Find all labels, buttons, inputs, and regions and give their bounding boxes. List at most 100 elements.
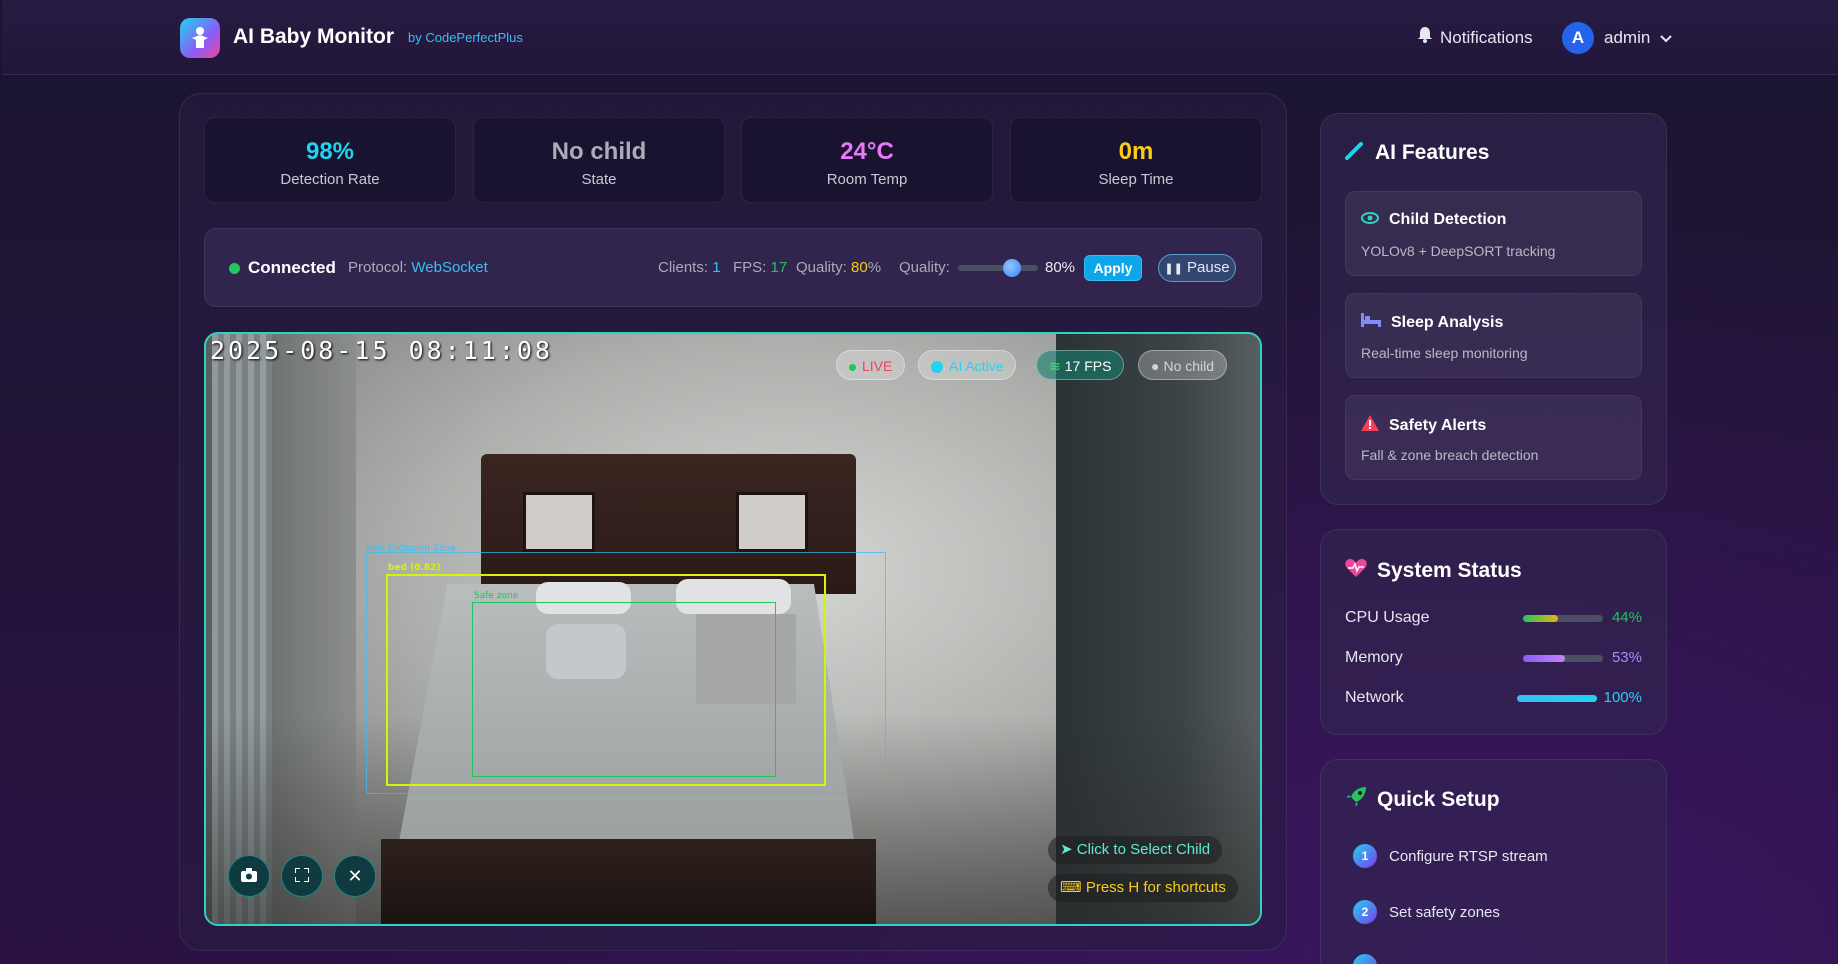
system-status-title-text: System Status (1377, 559, 1522, 582)
notifications-button[interactable]: Notifications (1418, 27, 1533, 48)
network-row: Network 100% (1345, 689, 1642, 707)
metric-label: CPU Usage (1345, 609, 1430, 626)
user-menu[interactable]: A admin (1562, 22, 1673, 54)
stat-value: No child (551, 138, 647, 165)
metric-label: Network (1345, 689, 1404, 706)
quality-info: Quality: 80% (796, 259, 881, 276)
user-icon: ● (1151, 358, 1160, 374)
stat-value: 24°C (840, 138, 894, 165)
apply-button[interactable]: Apply (1084, 255, 1142, 281)
stat-value: 98% (305, 138, 355, 165)
app-subtitle: by CodePerfectPlus (408, 30, 523, 45)
safe-zone-box (472, 602, 776, 777)
feature-safety-alerts[interactable]: Safety Alerts Fall & zone breach detecti… (1345, 395, 1642, 480)
quality-slider[interactable] (958, 259, 1038, 277)
setup-step[interactable]: 2 Set safety zones (1353, 900, 1500, 924)
system-status-title: System Status (1345, 558, 1522, 584)
warning-icon (1361, 415, 1379, 436)
pause-button[interactable]: ❚❚ Pause (1158, 254, 1236, 282)
close-stream-button[interactable]: ✕ (334, 855, 376, 897)
keyboard-icon: ⌨ (1060, 879, 1082, 896)
protocol-info: Protocol: WebSocket (348, 259, 488, 276)
live-badge: LIVE (836, 350, 906, 380)
brain-icon (931, 361, 943, 374)
shortcuts-hint[interactable]: ⌨ Press H for shortcuts (1048, 874, 1238, 902)
clients-value: 1 (712, 259, 721, 276)
feature-desc: YOLOv8 + DeepSORT tracking (1361, 243, 1556, 259)
ai-features-title: AI Features (1345, 140, 1489, 166)
ai-active-label: AI Active (949, 358, 1004, 374)
feature-title: Child Detection (1389, 211, 1507, 228)
memory-row: Memory 53% (1345, 649, 1642, 667)
clients-info: Clients: 1 (658, 259, 721, 276)
stat-label: Detection Rate (280, 171, 380, 188)
baby-logo-icon[interactable] (180, 18, 220, 58)
heart-pulse-icon (1345, 558, 1367, 584)
memory-bar-fill (1523, 655, 1566, 662)
magic-wand-icon (1345, 140, 1365, 166)
slider-knob[interactable] (1003, 259, 1021, 277)
protocol-label: Protocol: (348, 259, 408, 276)
feature-title: Safety Alerts (1389, 416, 1487, 434)
network-bar (1517, 695, 1597, 702)
fps-badge: ≋ 17 FPS (1036, 350, 1125, 380)
bed-icon (1361, 313, 1381, 332)
ai-features-card: AI Features Child Detection YOLOv8 + Dee… (1320, 113, 1667, 505)
quality-unit: % (867, 259, 882, 276)
cpu-usage-row: CPU Usage 44% (1345, 609, 1642, 627)
step-number: 2 (1353, 900, 1377, 924)
connection-status: Connected (229, 258, 336, 278)
feature-child-detection[interactable]: Child Detection YOLOv8 + DeepSORT tracki… (1345, 191, 1642, 276)
bed-detection-label: bed (0.82) (388, 563, 441, 573)
headboard-panel (736, 492, 808, 552)
fullscreen-button[interactable] (281, 855, 323, 897)
step-number: 1 (1353, 844, 1377, 868)
feature-sleep-analysis[interactable]: Sleep Analysis Real-time sleep monitorin… (1345, 293, 1642, 378)
cpu-bar (1523, 615, 1603, 622)
feature-desc: Real-time sleep monitoring (1361, 345, 1528, 361)
stat-value: 0m (1118, 138, 1154, 165)
camera-icon (241, 866, 257, 887)
child-status-badge: ● No child (1138, 350, 1228, 380)
camera-feed[interactable]: Risk Exclusion Zone bed (0.82) Safe zone… (204, 332, 1262, 926)
setup-step[interactable]: 1 Configure RTSP stream (1353, 844, 1548, 868)
stat-label: Sleep Time (1098, 171, 1174, 188)
setup-step[interactable] (1353, 954, 1377, 964)
close-icon: ✕ (347, 865, 363, 886)
fps-badge-label: 17 FPS (1064, 358, 1112, 374)
cpu-bar-fill (1523, 615, 1559, 622)
notifications-label: Notifications (1440, 27, 1533, 47)
metric-value: 44% (1611, 609, 1642, 626)
quick-setup-card: Quick Setup 1 Configure RTSP stream 2 Se… (1320, 759, 1667, 964)
quick-setup-title-text: Quick Setup (1377, 788, 1500, 811)
feature-title: Sleep Analysis (1391, 313, 1504, 331)
exclusion-zone-label: Risk Exclusion Zone (366, 544, 456, 554)
status-dot-icon (229, 263, 240, 275)
bell-icon (1418, 27, 1432, 48)
top-navbar: AI Baby Monitor by CodePerfectPlus Notif… (2, 0, 1838, 75)
app-title[interactable]: AI Baby Monitor (233, 25, 394, 49)
fps-info: FPS: 17 (733, 259, 787, 276)
fps-value: 17 (770, 259, 788, 276)
clients-label: Clients: (658, 259, 709, 276)
rocket-icon (1345, 786, 1367, 814)
metric-value: 53% (1611, 649, 1642, 666)
system-status-card: System Status CPU Usage 44% Memory 53% N… (1320, 529, 1667, 735)
quick-setup-title: Quick Setup (1345, 786, 1500, 814)
network-bar-fill (1517, 695, 1597, 702)
select-child-hint[interactable]: ➤ Click to Select Child (1048, 836, 1223, 864)
pause-icon: ❚❚ (1164, 263, 1183, 275)
connection-status-text: Connected (248, 258, 336, 277)
select-child-label: Click to Select Child (1076, 841, 1211, 858)
ai-active-badge: AI Active (918, 350, 1017, 380)
stat-detection-rate: 98% Detection Rate (204, 117, 456, 203)
protocol-value: WebSocket (411, 259, 488, 276)
step-number (1353, 954, 1377, 964)
ai-features-title-text: AI Features (1375, 141, 1490, 164)
live-label: LIVE (862, 358, 893, 374)
stat-state: No child State (473, 117, 725, 203)
quality-value: 80 (851, 259, 868, 276)
quality-slider-value: 80% (1045, 259, 1076, 276)
memory-bar (1523, 655, 1603, 662)
snapshot-button[interactable] (228, 855, 270, 897)
